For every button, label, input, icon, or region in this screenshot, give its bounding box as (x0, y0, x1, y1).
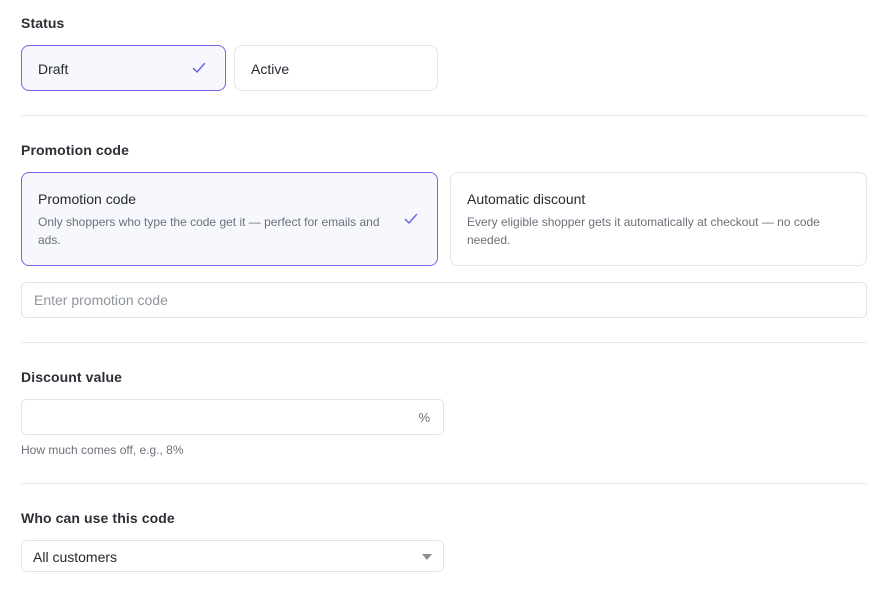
promotion-type-automatic-card[interactable]: Automatic discount Every eligible shoppe… (450, 172, 867, 266)
promotion-code-input[interactable] (34, 283, 854, 317)
chevron-down-icon (422, 554, 432, 560)
status-option-active[interactable]: Active (234, 45, 438, 91)
eligibility-title: Who can use this code (21, 510, 175, 526)
card-description: Only shoppers who type the code get it —… (38, 215, 380, 247)
check-icon (191, 60, 207, 76)
discount-helper-text: How much comes off, e.g., 8% (21, 443, 184, 457)
promotion-code-field (21, 282, 867, 318)
divider (21, 115, 867, 116)
eligibility-select[interactable]: All customers (21, 540, 444, 572)
discount-title: Discount value (21, 369, 122, 385)
discount-value-input[interactable] (34, 400, 414, 434)
divider (21, 483, 867, 484)
discount-value-field: % (21, 399, 444, 435)
divider (21, 342, 867, 343)
check-icon (403, 211, 419, 227)
status-option-label: Draft (38, 61, 69, 77)
eligibility-selected-value: All customers (33, 549, 118, 565)
status-title: Status (21, 15, 65, 31)
promotion-title: Promotion code (21, 142, 129, 158)
percent-suffix: % (418, 410, 430, 425)
promotion-type-code-card[interactable]: Promotion code Only shoppers who type th… (21, 172, 438, 266)
status-option-draft[interactable]: Draft (21, 45, 226, 91)
status-option-label: Active (251, 61, 290, 77)
card-title: Automatic discount (467, 191, 586, 207)
card-description: Every eligible shopper gets it automatic… (467, 215, 820, 247)
card-title: Promotion code (38, 191, 137, 207)
